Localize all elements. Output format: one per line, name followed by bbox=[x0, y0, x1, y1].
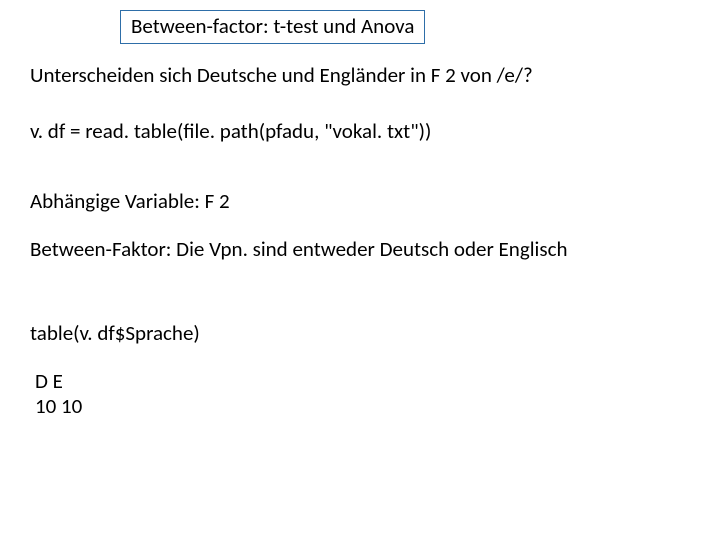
title-box: Between-factor: t-test und Anova bbox=[120, 10, 425, 44]
question-text: Unterscheiden sich Deutsche und Englände… bbox=[30, 62, 533, 88]
output-values: 10 10 bbox=[35, 393, 82, 419]
output-header: D E bbox=[35, 368, 63, 394]
title-text: Between-factor: t-test und Anova bbox=[131, 13, 414, 39]
code-table-call: table(v. df$Sprache) bbox=[30, 320, 200, 346]
code-read-table: v. df = read. table(file. path(pfadu, "v… bbox=[30, 118, 431, 144]
between-factor-text: Between-Faktor: Die Vpn. sind entweder D… bbox=[30, 236, 567, 262]
dependent-variable-text: Abhängige Variable: F 2 bbox=[30, 188, 230, 214]
